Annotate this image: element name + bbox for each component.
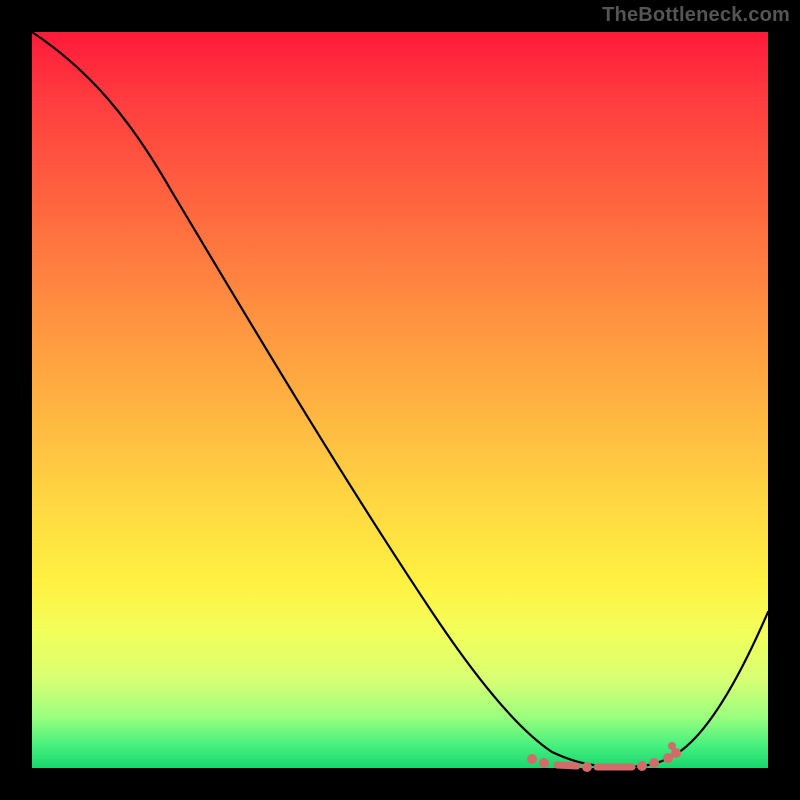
watermark-text: TheBottleneck.com: [602, 4, 790, 27]
bottleneck-curve: [32, 32, 768, 767]
marker-dot: [582, 762, 592, 772]
marker-dot: [539, 758, 549, 768]
chart-frame: TheBottleneck.com: [0, 0, 800, 800]
marker-dash: [557, 765, 577, 766]
marker-dot: [527, 754, 537, 764]
marker-dot: [668, 742, 676, 750]
plot-area: [32, 32, 768, 768]
marker-dot: [637, 761, 647, 771]
curve-svg: [32, 32, 768, 768]
marker-dot: [649, 758, 659, 768]
